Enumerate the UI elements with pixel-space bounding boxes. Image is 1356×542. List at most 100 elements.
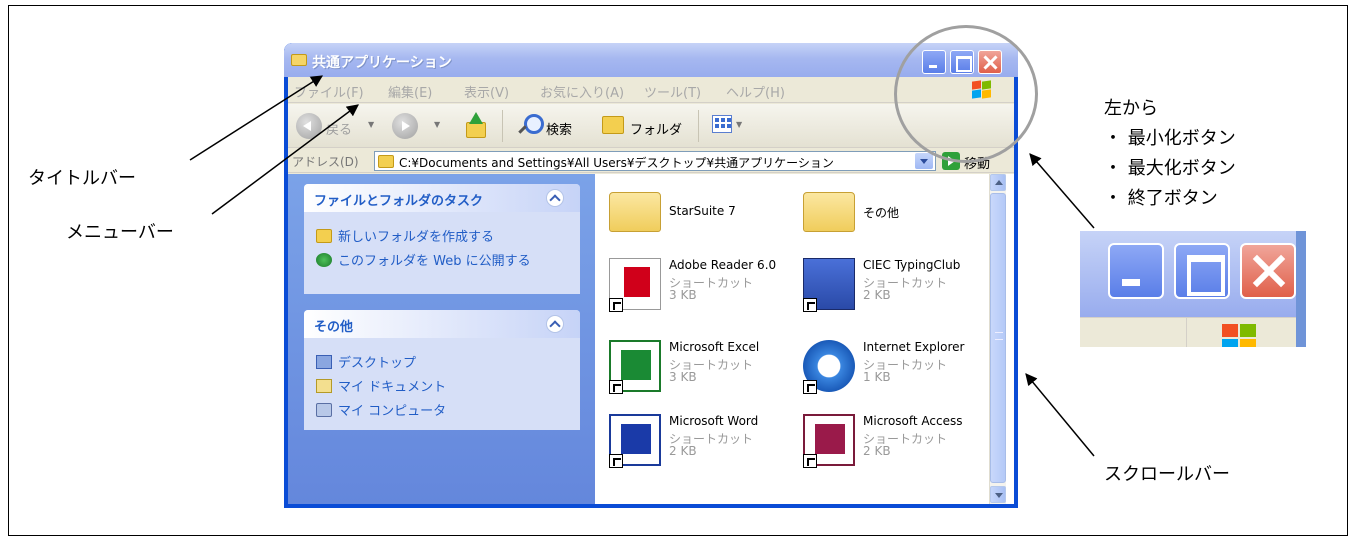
views-icon[interactable] [712,115,732,133]
address-dropdown-icon[interactable] [915,153,933,169]
views-dropdown-icon[interactable]: ▼ [736,120,742,129]
scroll-thumb[interactable] [990,193,1006,483]
back-dropdown-icon[interactable]: ▼ [368,120,374,129]
new-folder-icon [316,229,332,243]
file-item[interactable]: Adobe Reader 6.0 ショートカット 3 KB [609,258,799,324]
zoomed-window-edge [1296,231,1306,347]
menu-view[interactable]: 表示(V) [464,82,509,101]
menu-favorites[interactable]: お気に入り(A) [540,82,624,101]
file-size: 2 KB [863,288,891,302]
file-item[interactable]: Microsoft Access ショートカット 2 KB [803,414,993,480]
menu-bar-annotation: メニューバー [66,222,174,243]
search-button[interactable]: 検索 [546,119,572,138]
file-name: その他 [863,206,900,220]
menu-help[interactable]: ヘルプ(H) [726,82,785,101]
file-item[interactable]: Internet Explorer ショートカット 1 KB [803,340,993,406]
title-bar-annotation: タイトルバー [28,168,136,189]
web-publish-icon [316,253,332,267]
highlight-circle [894,25,1038,163]
scroll-bar-annotation: スクロールバー [1104,464,1230,485]
scroll-up-button[interactable] [990,174,1006,191]
window-title: 共通アプリケーション [312,55,452,71]
folders-button[interactable]: フォルダ [630,119,682,138]
windows-logo-icon [1220,322,1260,347]
forward-arrow-icon[interactable] [392,113,418,139]
vertical-scrollbar[interactable] [989,174,1006,504]
file-item[interactable]: Microsoft Word ショートカット 2 KB [609,414,799,480]
folder-icon [803,192,855,232]
zoomed-divider [1186,318,1187,347]
shortcut-arrow-icon [803,298,817,312]
file-item[interactable]: StarSuite 7 [609,184,799,250]
buttons-annotation-item: ・ 終了ボタン [1104,188,1218,209]
address-value: C:¥Documents and Settings¥All Users¥デスクト… [399,156,834,170]
collapse-chevron-icon[interactable] [546,189,564,207]
back-button[interactable]: 戻る [326,119,352,138]
folder-icon [378,155,394,168]
file-name: Microsoft Excel [669,340,760,354]
shortcut-arrow-icon [609,298,623,312]
menu-edit[interactable]: 編集(E) [388,82,432,101]
file-size: 2 KB [863,444,891,458]
shortcut-arrow-icon [609,380,623,394]
folder-icon [609,192,661,232]
shortcut-arrow-icon [609,454,623,468]
back-arrow-icon[interactable] [296,113,322,139]
search-icon[interactable] [518,114,544,136]
other-places-panel: その他 デスクトップ マイ ドキュメント マイ コンピュータ [304,310,580,430]
file-name: Internet Explorer [863,340,965,354]
panel-header[interactable]: その他 [304,310,580,338]
buttons-annotation-heading: 左から [1104,98,1158,119]
buttons-annotation-item: ・ 最小化ボタン [1104,128,1236,149]
desktop-link[interactable]: デスクトップ [316,352,416,371]
zoomed-minimize-button [1108,243,1164,299]
menu-file[interactable]: ファイル(F) [294,82,364,101]
desktop-icon [316,355,332,369]
file-size: 2 KB [669,444,697,458]
my-computer-icon [316,403,332,417]
address-bar: アドレス(D) C:¥Documents and Settings¥All Us… [288,149,1014,173]
file-size: 3 KB [669,288,697,302]
scroll-grip-icon [995,332,1003,340]
zoomed-title-bar [1080,231,1306,317]
forward-dropdown-icon[interactable]: ▼ [434,120,440,129]
toolbar-divider [502,110,503,142]
content-area: ファイルとフォルダのタスク 新しいフォルダを作成する このフォルダを Web に… [288,174,1014,504]
scroll-down-button[interactable] [990,486,1006,503]
window-body: ファイル(F) 編集(E) 表示(V) お気に入り(A) ツール(T) ヘルプ(… [288,77,1014,504]
panel-title: その他 [314,320,354,335]
zoomed-maximize-button [1174,243,1230,299]
my-documents-link[interactable]: マイ ドキュメント [316,376,446,395]
my-documents-icon [316,379,332,393]
my-computer-link[interactable]: マイ コンピュータ [316,400,446,419]
panel-header[interactable]: ファイルとフォルダのタスク [304,184,580,212]
file-size: 1 KB [863,370,891,384]
zoomed-menu-bar [1080,317,1306,347]
file-name: Adobe Reader 6.0 [669,258,777,272]
task-pane: ファイルとフォルダのタスク 新しいフォルダを作成する このフォルダを Web に… [288,174,595,504]
file-name: Microsoft Word [669,414,759,428]
address-input[interactable]: C:¥Documents and Settings¥All Users¥デスクト… [374,151,936,171]
file-item[interactable]: Microsoft Excel ショートカット 3 KB [609,340,799,406]
file-name: Microsoft Access [863,414,963,428]
file-name: StarSuite 7 [669,204,736,218]
file-item[interactable]: CIEC TypingClub ショートカット 2 KB [803,258,993,324]
file-size: 3 KB [669,370,697,384]
new-folder-link[interactable]: 新しいフォルダを作成する [316,226,494,245]
address-label: アドレス(D) [292,155,359,169]
panel-title: ファイルとフォルダのタスク [314,194,484,209]
collapse-chevron-icon[interactable] [546,315,564,333]
file-item[interactable]: その他 [803,184,993,250]
file-list: StarSuite 7 その他 Adobe Reader 6.0 ショートカット… [595,174,1014,504]
zoomed-buttons-inset [1080,231,1306,347]
buttons-annotation-item: ・ 最大化ボタン [1104,158,1236,179]
buttons-annotation: 左から ・ 最小化ボタン ・ 最大化ボタン ・ 終了ボタン [1104,94,1236,214]
folder-icon [291,54,307,66]
up-folder-icon[interactable] [464,112,486,138]
shortcut-arrow-icon [803,380,817,394]
menu-tools[interactable]: ツール(T) [644,82,701,101]
publish-web-link[interactable]: このフォルダを Web に公開する [316,250,531,269]
folders-icon[interactable] [602,116,624,134]
toolbar-divider [698,110,699,142]
shortcut-arrow-icon [803,454,817,468]
